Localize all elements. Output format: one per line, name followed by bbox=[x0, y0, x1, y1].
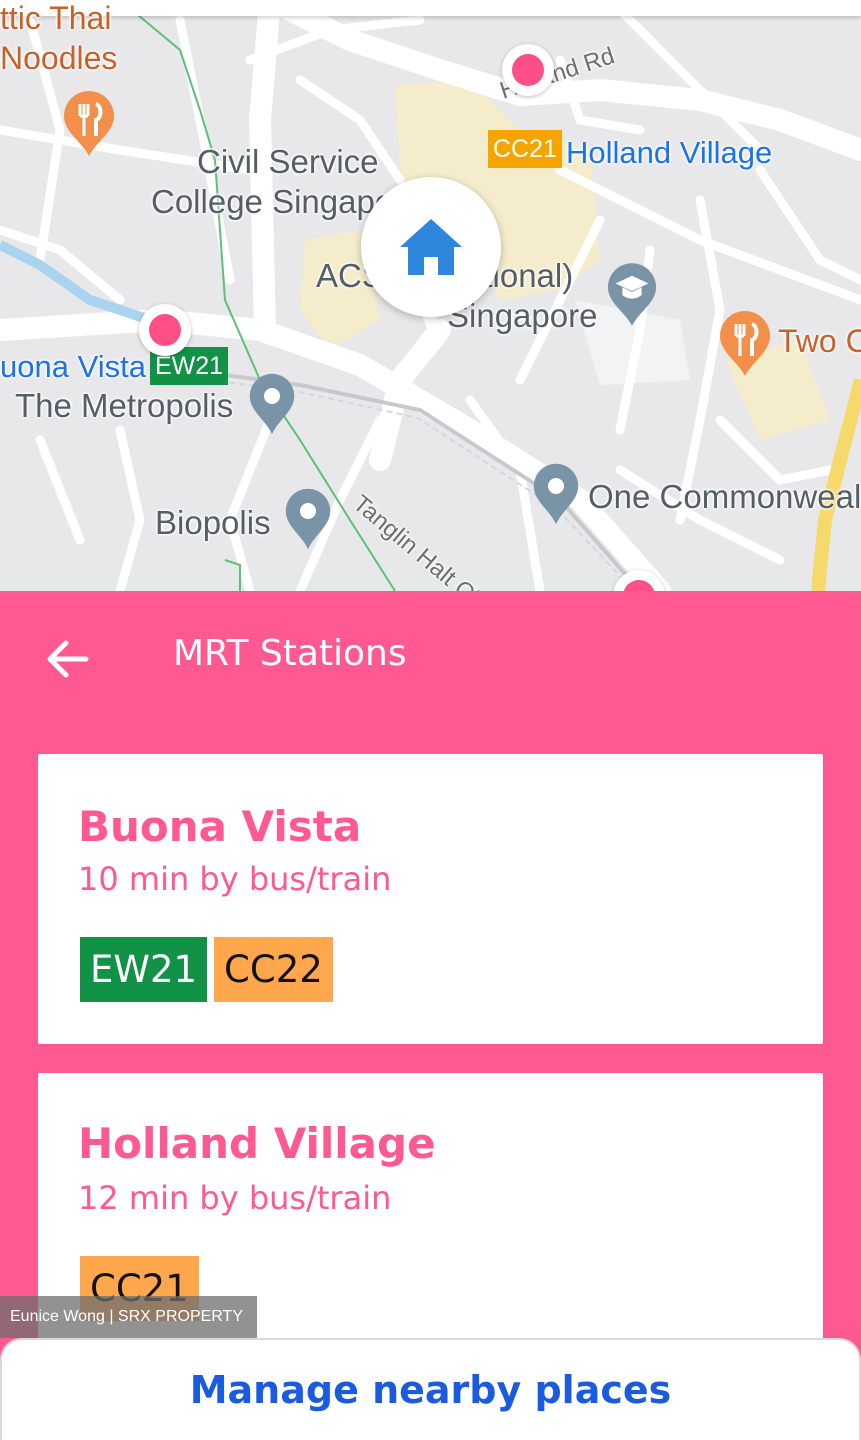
map-label-one-commonwealth: One Commonwealt bbox=[588, 478, 861, 515]
line-badge-ew21: EW21 bbox=[80, 937, 208, 1002]
watermark: Eunice Wong | SRX PROPERTY bbox=[0, 1296, 257, 1338]
line-badges: EW21 CC22 bbox=[80, 937, 333, 1002]
home-icon bbox=[400, 219, 462, 275]
map-label-civil-service-2: College Singapo bbox=[151, 183, 394, 220]
restaurant-icon[interactable] bbox=[718, 310, 772, 378]
station-travel-time: 10 min by bus/train bbox=[78, 860, 392, 898]
map-label-holland-village: Holland Village bbox=[566, 135, 773, 170]
map-label-thai-top: ttic Thai bbox=[0, 0, 112, 36]
map-badge-cc21: CC21 bbox=[488, 130, 562, 168]
station-pin-buona-vista[interactable] bbox=[139, 304, 191, 356]
manage-button-label: Manage nearby places bbox=[189, 1368, 672, 1412]
place-icon[interactable] bbox=[284, 487, 332, 551]
back-button[interactable] bbox=[40, 631, 96, 687]
map-view[interactable]: ttic Thai Noodles Holland Rd Civil Servi… bbox=[0, 0, 861, 591]
place-icon[interactable] bbox=[248, 372, 296, 436]
station-name: Buona Vista bbox=[78, 802, 362, 851]
map-top-strip bbox=[0, 0, 861, 16]
school-icon[interactable] bbox=[606, 262, 658, 328]
home-marker[interactable] bbox=[361, 177, 501, 317]
place-icon[interactable] bbox=[532, 462, 580, 526]
station-travel-time: 12 min by bus/train bbox=[78, 1179, 392, 1217]
map-label-two-c: Two C bbox=[778, 323, 861, 359]
panel-header: MRT Stations bbox=[0, 591, 861, 723]
station-name: Holland Village bbox=[78, 1119, 436, 1168]
page-title: MRT Stations bbox=[173, 633, 407, 674]
manage-nearby-places-button[interactable]: Manage nearby places bbox=[0, 1338, 861, 1440]
map-label-buona-vista: uona Vista bbox=[0, 349, 146, 384]
map-label-metropolis: The Metropolis bbox=[15, 387, 234, 424]
station-card[interactable]: Buona Vista 10 min by bus/train EW21 CC2… bbox=[38, 754, 823, 1044]
map-label-biopolis: Biopolis bbox=[155, 504, 271, 541]
map-label-civil-service-1: Civil Service bbox=[197, 143, 379, 180]
station-pin-holland-village[interactable] bbox=[502, 44, 554, 96]
map-label-thai-noodles: Noodles bbox=[0, 40, 118, 76]
restaurant-icon[interactable] bbox=[62, 90, 116, 158]
line-badge-cc22: CC22 bbox=[214, 937, 333, 1002]
arrow-back-icon bbox=[47, 640, 89, 678]
